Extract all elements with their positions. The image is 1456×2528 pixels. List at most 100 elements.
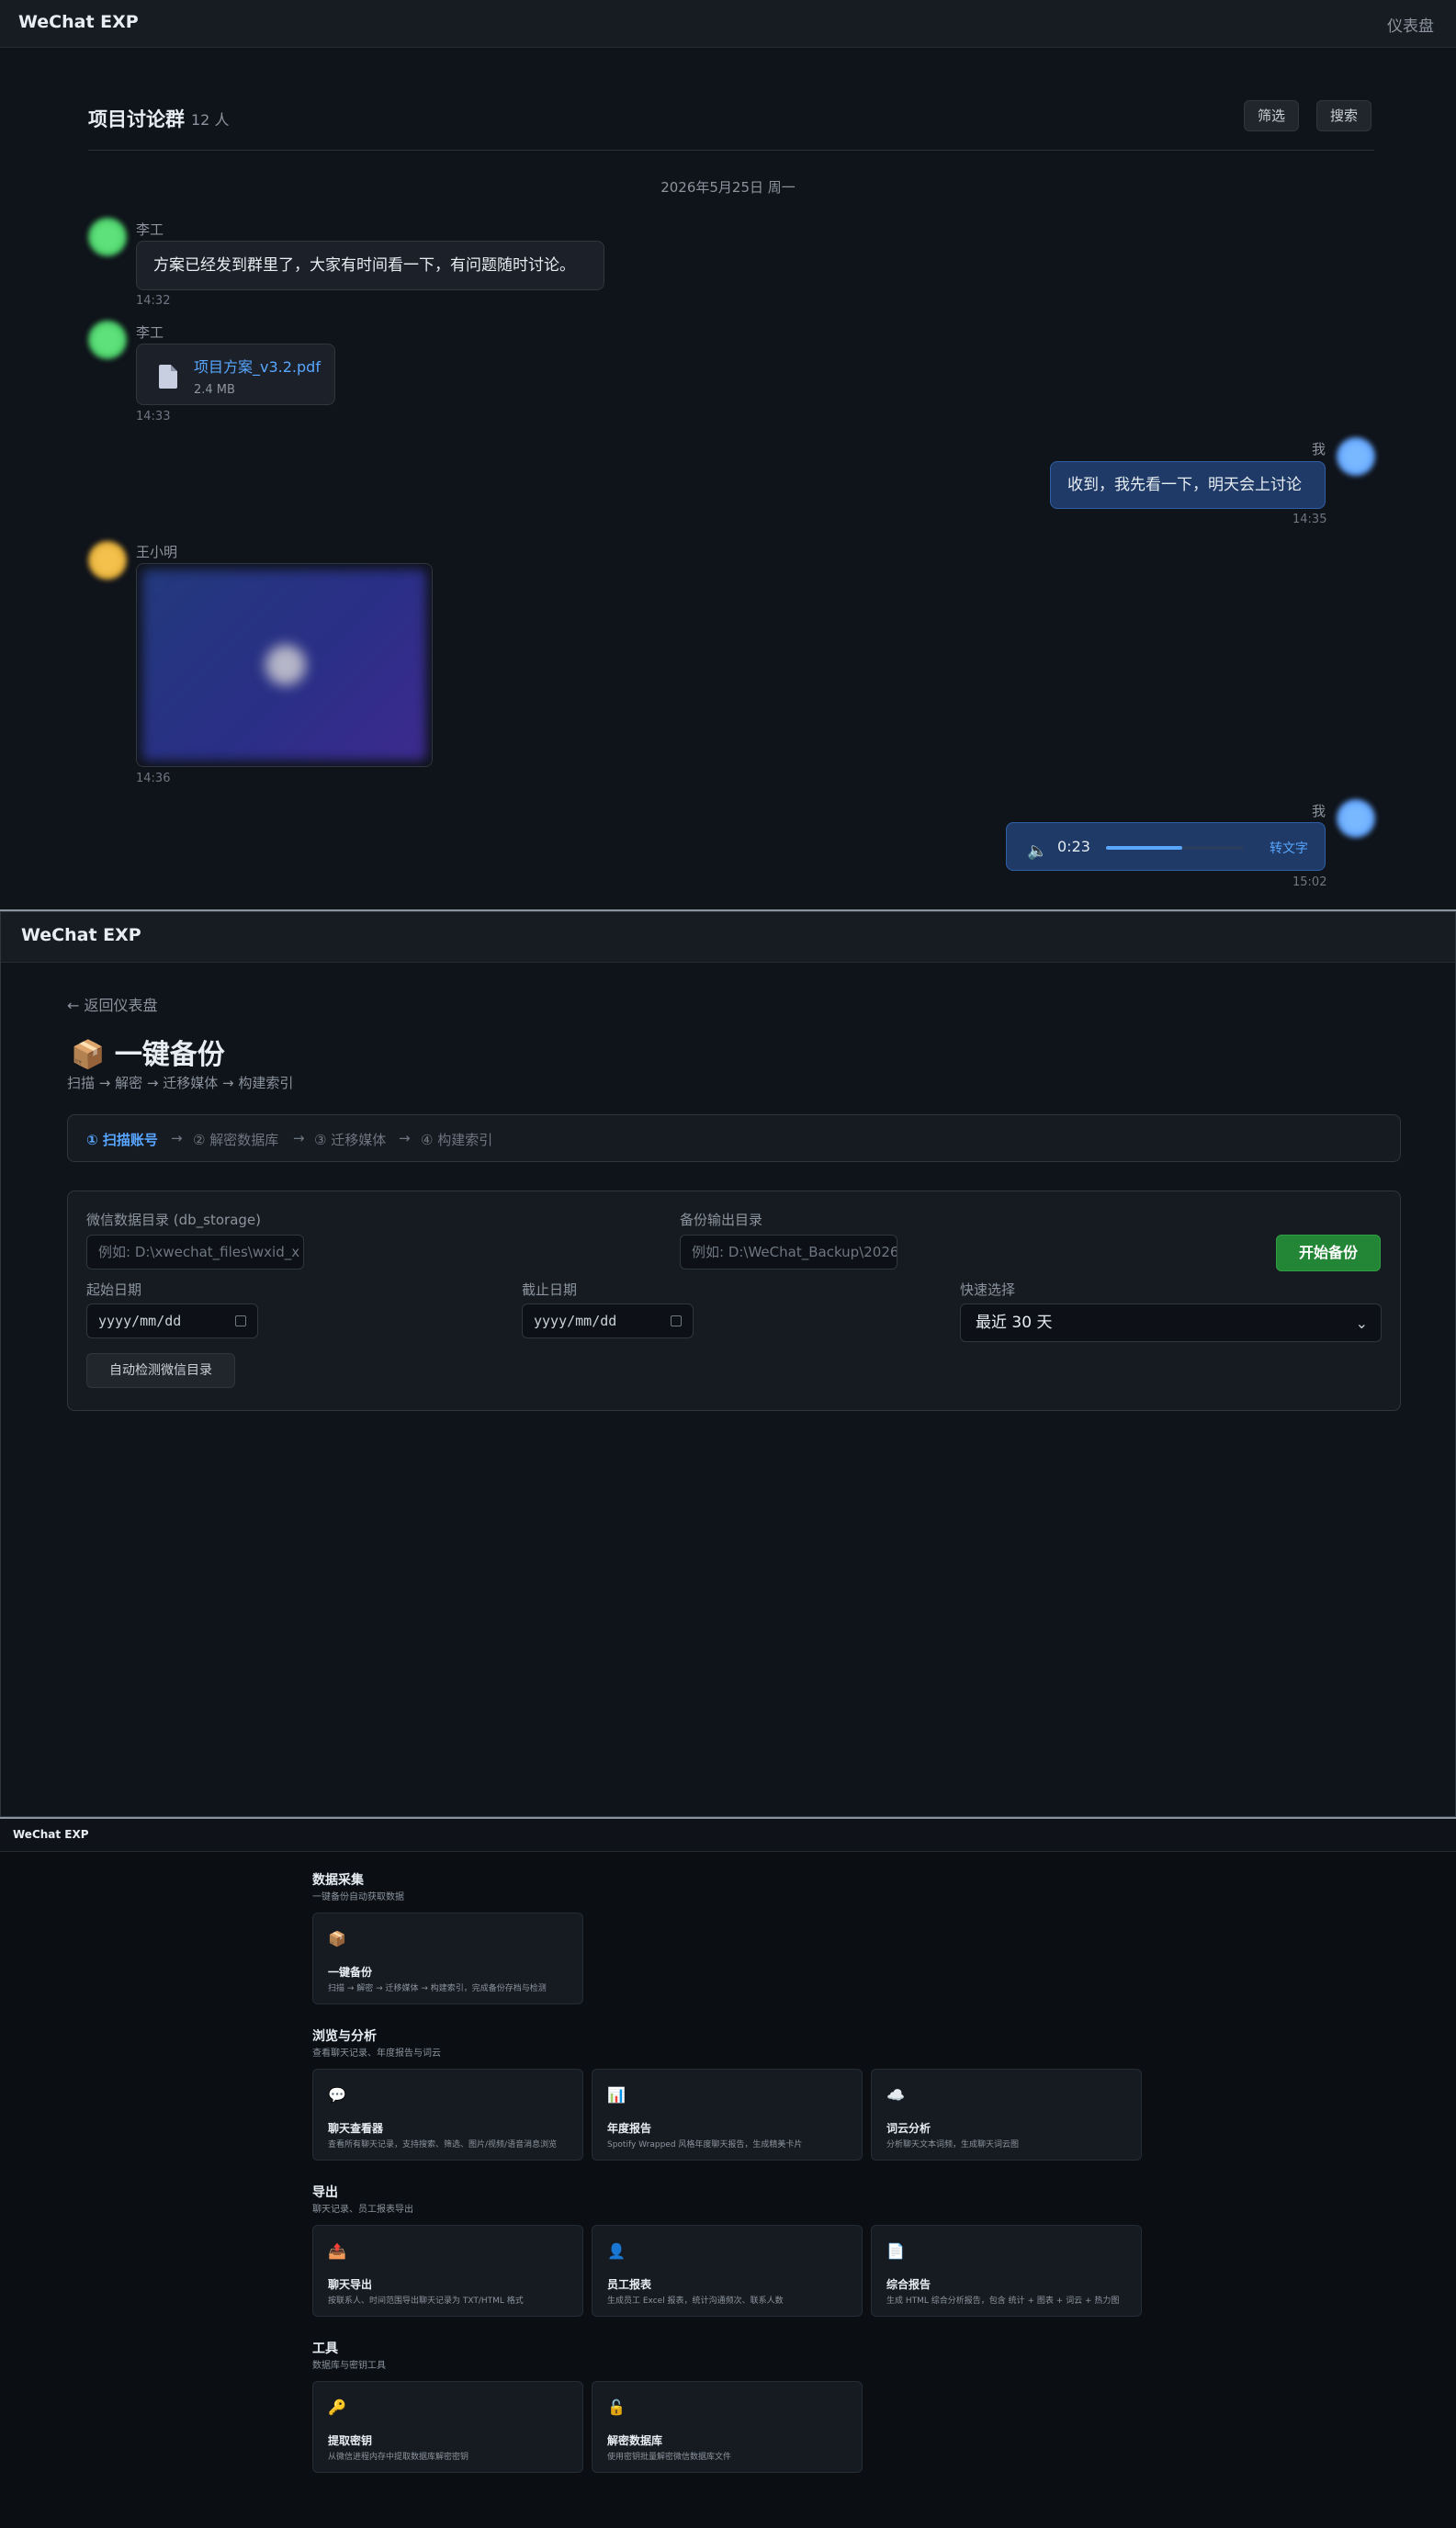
tool-desc: 查看所有聊天记录，支持搜索、筛选、图片/视频/语音消息浏览 [328,2140,558,2150]
tool-name: 综合报告 [886,2278,931,2291]
date-separator: 2026年5月25日 周一 [660,179,796,196]
tool-card-staff-report[interactable]: 👤 员工报表 生成员工 Excel 报表，统计沟通频次、联系人数 [592,2225,863,2317]
tool-card-annual-report[interactable]: 📊 年度报告 Spotify Wrapped 风格年度聊天报告，生成精美卡片 [592,2069,863,2161]
person-icon: 👤 [607,2242,626,2260]
step-migrate-media: ③ 迁移媒体 [314,1132,387,1148]
back-to-dashboard-link[interactable]: ← 返回仪表盘 [67,993,158,1015]
start-date-input[interactable]: yyyy/mm/dd [86,1304,258,1338]
section-subtitle: 一键备份自动获取数据 [312,1892,404,1902]
group-title: 项目讨论群 [88,108,185,130]
tool-name: 聊天查看器 [328,2122,384,2135]
chat-viewer-panel: WeChat EXP 仪表盘 项目讨论群 12 人 筛选 搜索 2026年5月2… [0,0,1456,909]
tool-desc: 生成员工 Excel 报表，统计沟通频次、联系人数 [607,2297,784,2306]
db-dir-input[interactable]: 例如: D:\xwechat_files\wxid_x [86,1235,304,1270]
step-arrow: → [293,1130,305,1146]
bar-chart-icon: 📊 [607,2086,626,2104]
transcribe-button[interactable]: 转文字 [1270,838,1308,860]
chevron-down-icon: ⌄ [1355,1315,1368,1332]
avatar[interactable] [1337,437,1375,476]
step-decrypt-db: ② 解密数据库 [193,1132,279,1148]
tool-card-extract-key[interactable]: 🔑 提取密钥 从微信进程内存中提取数据库解密密钥 [312,2381,583,2473]
message-text: 收到，我先看一下，明天会上讨论 [1067,476,1302,494]
step-arrow: → [171,1130,183,1146]
top-bar: WeChat EXP [1,912,1455,963]
tool-card-backup[interactable]: 📦 一键备份 扫描 → 解密 → 迁移媒体 → 构建索引，完成备份存档与检测 [312,1913,583,2004]
tool-card-summary-report[interactable]: 📄 综合报告 生成 HTML 综合分析报告，包含 统计 + 图表 + 词云 + … [871,2225,1142,2317]
voice-progress-bar[interactable] [1106,846,1244,850]
app-title: WeChat EXP [18,12,139,32]
tool-card-word-cloud[interactable]: ☁️ 词云分析 分析聊天文本词频，生成聊天词云图 [871,2069,1142,2161]
message-bubble[interactable]: 收到，我先看一下，明天会上讨论 [1050,461,1326,509]
calendar-icon[interactable] [235,1315,246,1326]
page-title: 📦 一键备份 [71,1032,225,1072]
db-dir-label: 微信数据目录 (db_storage) [86,1212,261,1228]
tool-desc: Spotify Wrapped 风格年度聊天报告，生成精美卡片 [607,2140,803,2150]
file-message[interactable]: 项目方案_v3.2.pdf 2.4 MB [136,344,335,405]
tool-card-chat-export[interactable]: 📤 聊天导出 按联系人、时间范围导出聊天记录为 TXT/HTML 格式 [312,2225,583,2317]
step-arrow: → [399,1130,411,1146]
filter-button[interactable]: 筛选 [1244,100,1300,131]
dashboard-link[interactable]: 仪表盘 [1387,13,1434,36]
sender-name: 李工 [136,221,164,238]
image-message[interactable] [136,563,433,767]
dashboard-panel: WeChat EXP 数据采集 一键备份自动获取数据 📦 一键备份 扫描 → 解… [0,1819,1456,2528]
app-title: WeChat EXP [13,1828,89,1841]
file-name[interactable]: 项目方案_v3.2.pdf [194,356,321,378]
cloud-icon: ☁️ [886,2086,905,2104]
message-time: 14:35 [1292,513,1327,526]
quick-select-label: 快速选择 [960,1281,1016,1298]
step-scan-account: ① 扫描账号 [86,1132,158,1148]
message-text: 方案已经发到群里了，大家有时间看一下，有问题随时讨论。 [153,256,575,275]
avatar[interactable] [88,321,127,359]
tool-name: 提取密钥 [328,2434,373,2447]
top-bar: WeChat EXP [0,1819,1456,1852]
section-subtitle: 聊天记录、员工报表导出 [312,2205,413,2215]
section-subtitle: 数据库与密钥工具 [312,2361,386,2371]
tool-name: 一键备份 [328,1966,373,1979]
start-date-label: 起始日期 [86,1281,142,1298]
end-date-input[interactable]: yyyy/mm/dd [522,1304,694,1338]
tool-card-decrypt-db[interactable]: 🔓 解密数据库 使用密钥批量解密微信数据库文件 [592,2381,863,2473]
start-backup-button[interactable]: 开始备份 [1276,1235,1382,1271]
step-build-index: ④ 构建索引 [421,1132,493,1148]
tool-desc: 按联系人、时间范围导出聊天记录为 TXT/HTML 格式 [328,2297,524,2306]
message-time: 15:02 [1292,875,1327,889]
voice-progress-fill [1106,846,1182,850]
section-title: 数据采集 [312,1873,364,1888]
outbox-icon: 📤 [328,2242,346,2260]
avatar[interactable] [88,218,127,256]
auto-detect-button[interactable]: 自动检测微信目录 [86,1353,235,1388]
app-title: WeChat EXP [21,925,141,945]
tool-desc: 使用密钥批量解密微信数据库文件 [607,2453,732,2462]
header-divider [88,150,1374,151]
message-time: 14:32 [136,294,171,308]
sender-name: 我 [1312,441,1326,457]
unlock-icon: 🔓 [607,2398,626,2416]
quick-select-dropdown[interactable]: 最近 30 天 ⌄ [960,1304,1382,1342]
message-bubble[interactable]: 方案已经发到群里了，大家有时间看一下，有问题随时讨论。 [136,241,604,290]
section-subtitle: 查看聊天记录、年度报告与词云 [312,2048,441,2059]
backup-panel: WeChat EXP ← 返回仪表盘 📦 一键备份 扫描 → 解密 → 迁移媒体… [0,911,1456,1817]
tool-name: 解密数据库 [607,2434,663,2447]
sender-name: 我 [1312,803,1326,819]
sender-name: 王小明 [136,544,178,560]
top-bar: WeChat EXP 仪表盘 [0,0,1456,48]
search-button[interactable]: 搜索 [1316,100,1372,131]
speaker-icon[interactable]: 🔈 [1027,841,1047,863]
output-dir-label: 备份输出目录 [680,1212,763,1228]
avatar[interactable] [88,541,127,580]
message-time: 14:36 [136,772,171,785]
section-title: 导出 [312,2185,338,2200]
calendar-icon[interactable] [671,1315,682,1326]
page-title-text: 一键备份 [114,1039,225,1071]
pdf-file-icon [159,365,177,389]
step-progress: ① 扫描账号 → ② 解密数据库 → ③ 迁移媒体 → ④ 构建索引 [67,1114,1401,1162]
output-dir-input[interactable]: 例如: D:\WeChat_Backup\2026 [680,1235,897,1270]
voice-message[interactable]: 🔈 0:23 转文字 [1006,822,1326,871]
tool-card-chat-viewer[interactable]: 💬 聊天查看器 查看所有聊天记录，支持搜索、筛选、图片/视频/语音消息浏览 [312,2069,583,2161]
avatar[interactable] [1337,799,1375,838]
tool-name: 聊天导出 [328,2278,373,2291]
tool-desc: 分析聊天文本词频，生成聊天词云图 [886,2140,1020,2150]
tool-desc: 从微信进程内存中提取数据库解密密钥 [328,2453,469,2462]
message-time: 14:33 [136,410,171,423]
